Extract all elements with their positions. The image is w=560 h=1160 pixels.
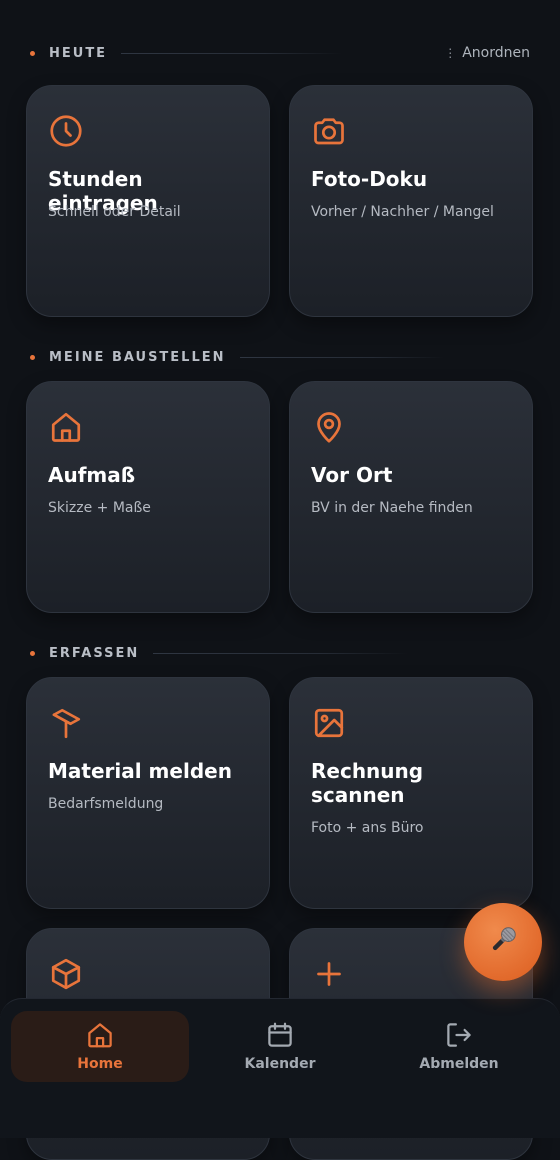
card-rechnung-scannen[interactable]: Rechnung scannen Foto + ans Büro bbox=[289, 677, 533, 909]
card-subtitle: Bedarfsmeldung bbox=[48, 796, 164, 812]
home-icon bbox=[85, 1020, 115, 1050]
card-subtitle: Foto + ans Büro bbox=[311, 820, 424, 836]
arrange-label: Anordnen bbox=[462, 45, 530, 61]
section-divider bbox=[153, 652, 454, 654]
section-header-sites: MEINE BAUSTELLEN bbox=[30, 347, 530, 367]
image-icon bbox=[311, 705, 347, 741]
section-header-today: HEUTE ⋮ Anordnen bbox=[30, 43, 530, 63]
more-vertical-icon: ⋮ bbox=[444, 46, 457, 60]
card-title: Vor Ort bbox=[311, 463, 393, 487]
paint-roller-icon bbox=[48, 705, 84, 741]
nav-home[interactable]: Home bbox=[11, 1011, 189, 1082]
card-stunden-eintragen[interactable]: Stunden eintragen Schnell oder Detail bbox=[26, 85, 270, 317]
nav-label: Kalender bbox=[244, 1056, 316, 1072]
nav-label: Home bbox=[77, 1056, 123, 1072]
map-pin-icon bbox=[311, 409, 347, 445]
card-vor-ort[interactable]: Vor Ort BV in der Naehe finden bbox=[289, 381, 533, 613]
section-dot bbox=[30, 650, 35, 656]
calendar-icon bbox=[265, 1020, 295, 1050]
package-icon bbox=[48, 956, 84, 992]
card-subtitle: Vorher / Nachher / Mangel bbox=[311, 204, 494, 220]
camera-icon bbox=[311, 113, 347, 149]
card-foto-doku[interactable]: Foto-Doku Vorher / Nachher / Mangel bbox=[289, 85, 533, 317]
bottom-navigation: Home Kalender Abmelden bbox=[0, 998, 560, 1138]
card-subtitle: Skizze + Maße bbox=[48, 500, 151, 516]
arrange-button[interactable]: ⋮ Anordnen bbox=[444, 45, 530, 61]
microphone-icon bbox=[484, 921, 522, 963]
section-divider bbox=[121, 52, 382, 54]
card-title: Rechnung scannen bbox=[311, 759, 424, 807]
section-title: ERFASSEN bbox=[49, 645, 140, 661]
card-title: Foto-Doku bbox=[311, 167, 428, 191]
clock-icon bbox=[48, 113, 84, 149]
card-title: Aufmaß bbox=[48, 463, 136, 487]
card-subtitle: BV in der Naehe finden bbox=[311, 500, 473, 516]
section-title: MEINE BAUSTELLEN bbox=[49, 349, 226, 365]
voice-input-button[interactable] bbox=[464, 903, 542, 981]
nav-logout[interactable]: Abmelden bbox=[370, 1011, 548, 1082]
card-title: Material melden bbox=[48, 759, 232, 783]
card-aufmass[interactable]: Aufmaß Skizze + Maße bbox=[26, 381, 270, 613]
card-material-melden[interactable]: Material melden Bedarfsmeldung bbox=[26, 677, 270, 909]
section-dot bbox=[30, 50, 35, 56]
section-divider bbox=[239, 356, 480, 358]
nav-label: Abmelden bbox=[419, 1056, 499, 1072]
nav-calendar[interactable]: Kalender bbox=[191, 1011, 369, 1082]
house-icon bbox=[48, 409, 84, 445]
plus-icon bbox=[311, 956, 347, 992]
section-title: HEUTE bbox=[49, 45, 108, 61]
logout-icon bbox=[444, 1020, 474, 1050]
section-header-capture: ERFASSEN bbox=[30, 643, 530, 663]
card-subtitle: Schnell oder Detail bbox=[48, 204, 181, 220]
section-dot bbox=[30, 354, 35, 360]
